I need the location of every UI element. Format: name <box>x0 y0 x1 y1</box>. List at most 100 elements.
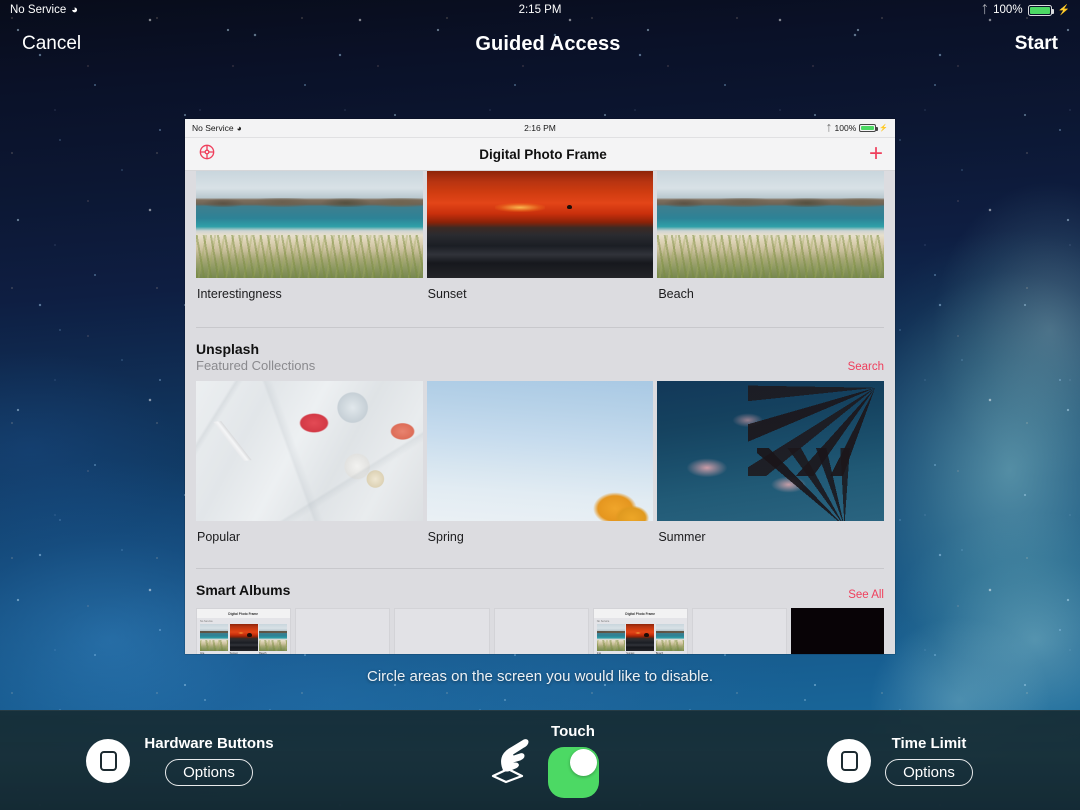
smart-albums-section-header: Smart Albums See All <box>185 569 895 604</box>
app-status-bar-right: ᛏ 100% ⚡ <box>556 123 888 133</box>
mini-caption: Inte <box>200 652 205 654</box>
mini-caption: Sunset <box>626 652 635 654</box>
collection-tile[interactable]: Interestingness <box>196 171 423 301</box>
mini-thumbnail <box>596 624 625 651</box>
guided-access-toolbar: Hardware Buttons Options Touch Time Limi… <box>0 710 1080 810</box>
app-lightning-bolt-icon: ⚡ <box>879 125 888 132</box>
hardware-buttons-options-button[interactable]: Options <box>165 759 253 786</box>
guided-access-nav-bar: Cancel Guided Access Start <box>0 20 1080 68</box>
start-button[interactable]: Start <box>1015 33 1058 55</box>
app-battery-percent-label: 100% <box>834 123 857 133</box>
instruction-text: Circle areas on the screen you would lik… <box>366 668 714 685</box>
battery-percent-label: 100% <box>993 4 1023 16</box>
album-thumbnail[interactable]: Digital Photo Frame No Service Inte Suns… <box>196 608 292 654</box>
collection-thumbnail <box>426 381 654 521</box>
cancel-button[interactable]: Cancel <box>22 33 81 55</box>
album-thumbnail[interactable] <box>791 608 885 654</box>
mini-thumb-row <box>197 623 290 651</box>
app-content: Interestingness Sunset Beach Unsplash Fe… <box>185 171 895 654</box>
mini-title: Digital Photo Frame <box>228 611 259 616</box>
collection-thumbnail <box>657 381 885 521</box>
album-thumbnail[interactable] <box>493 608 589 654</box>
collection-label: Summer <box>658 530 706 544</box>
mini-caption-row: Inte Sunset Beach <box>197 651 290 654</box>
collection-tile[interactable]: Spring <box>426 381 654 544</box>
toggle-knob <box>569 749 597 776</box>
top-collection-row: Interestingness Sunset Beach <box>185 171 895 301</box>
album-thumbnail[interactable]: Digital Photo Frame No Service Inte Suns… <box>592 608 688 654</box>
touch-labels: Touch <box>547 723 599 798</box>
touch-toggle-switch[interactable] <box>547 747 599 798</box>
section-title: Unsplash <box>196 341 260 357</box>
mini-thumbnail <box>259 624 288 651</box>
mini-nav-bar: Digital Photo Frame <box>593 609 687 618</box>
time-limit-group: Time Limit Options <box>720 735 1080 786</box>
device-outline-icon <box>99 750 117 771</box>
mini-caption-row: Inte Sunset Beach <box>594 651 687 654</box>
time-limit-options-button[interactable]: Options <box>885 759 973 786</box>
app-status-bar-left: No Service ◕ <box>192 123 524 133</box>
mini-thumbnail <box>200 624 229 651</box>
collection-tile[interactable]: Sunset <box>426 171 654 301</box>
mini-title: Digital Photo Frame <box>625 611 656 616</box>
status-bar-clock: 2:15 PM <box>518 4 562 16</box>
bluetooth-icon: ᛏ <box>981 4 989 16</box>
mini-thumbnail <box>626 624 655 651</box>
time-limit-labels: Time Limit Options <box>885 735 973 786</box>
app-carrier-label: No Service <box>192 123 234 133</box>
page-title: Guided Access <box>475 32 621 55</box>
collection-tile[interactable]: Beach <box>657 171 885 301</box>
mini-thumbnail <box>229 624 258 651</box>
touch-group: Touch <box>360 723 720 798</box>
time-limit-label: Time Limit <box>891 735 967 752</box>
os-status-bar: No Service ◕ 2:15 PM ᛏ 100% ⚡ <box>0 0 1080 20</box>
touch-label: Touch <box>551 723 595 740</box>
status-bar-right: ᛏ 100% ⚡ <box>561 4 1070 16</box>
app-wifi-icon: ◕ <box>236 123 242 133</box>
mini-nav-bar: Digital Photo Frame <box>197 609 291 618</box>
collection-label: Sunset <box>427 287 467 301</box>
collection-thumbnail <box>196 381 423 521</box>
mini-thumb-row <box>594 623 687 651</box>
mini-caption: Beach <box>259 652 267 654</box>
app-title: Digital Photo Frame <box>479 146 607 162</box>
smart-albums-strip: Digital Photo Frame No Service Inte Suns… <box>185 604 895 654</box>
mini-caption: Inte <box>596 652 602 654</box>
battery-icon <box>1027 4 1054 16</box>
album-thumbnail[interactable] <box>691 608 788 654</box>
album-thumbnail[interactable] <box>394 608 490 654</box>
app-bluetooth-icon: ᛏ <box>826 123 832 133</box>
wifi-icon: ◕ <box>71 4 78 16</box>
see-all-link[interactable]: See All <box>848 589 884 601</box>
hardware-buttons-toggle-button[interactable] <box>86 738 131 783</box>
unsplash-section-header: Unsplash Featured Collections Search <box>185 328 895 376</box>
collection-label: Popular <box>197 530 241 544</box>
hardware-buttons-group: Hardware Buttons Options <box>0 735 360 786</box>
carrier-label: No Service <box>10 4 67 16</box>
unsplash-collection-row: Popular Spring Summer <box>185 376 895 544</box>
section-subtitle: Featured Collections <box>196 358 316 373</box>
mini-caption: Sunset <box>229 652 238 654</box>
album-thumbnail[interactable] <box>295 608 391 654</box>
hand-tap-icon <box>482 735 534 787</box>
gear-icon[interactable] <box>197 142 217 167</box>
device-outline-icon <box>840 750 858 771</box>
collection-label: Beach <box>658 287 694 301</box>
app-status-bar-clock: 2:16 PM <box>524 123 556 133</box>
hardware-buttons-label: Hardware Buttons <box>144 735 274 752</box>
app-nav-bar: Digital Photo Frame + <box>185 138 895 171</box>
search-link[interactable]: Search <box>848 361 884 373</box>
hardware-buttons-labels: Hardware Buttons Options <box>144 735 274 786</box>
app-preview-panel[interactable]: No Service ◕ 2:16 PM ᛏ 100% ⚡ Digital Ph… <box>185 119 895 654</box>
plus-icon[interactable]: + <box>869 142 883 166</box>
collection-thumbnail <box>196 171 423 278</box>
collection-tile[interactable]: Summer <box>657 381 885 544</box>
collection-thumbnail <box>426 171 654 278</box>
time-limit-toggle-button[interactable] <box>827 738 872 783</box>
lightning-bolt-icon: ⚡ <box>1057 4 1071 16</box>
collection-tile[interactable]: Popular <box>196 381 423 544</box>
status-bar-left: No Service ◕ <box>10 4 519 16</box>
collection-thumbnail <box>657 171 885 278</box>
mini-caption: Beach <box>655 652 664 654</box>
